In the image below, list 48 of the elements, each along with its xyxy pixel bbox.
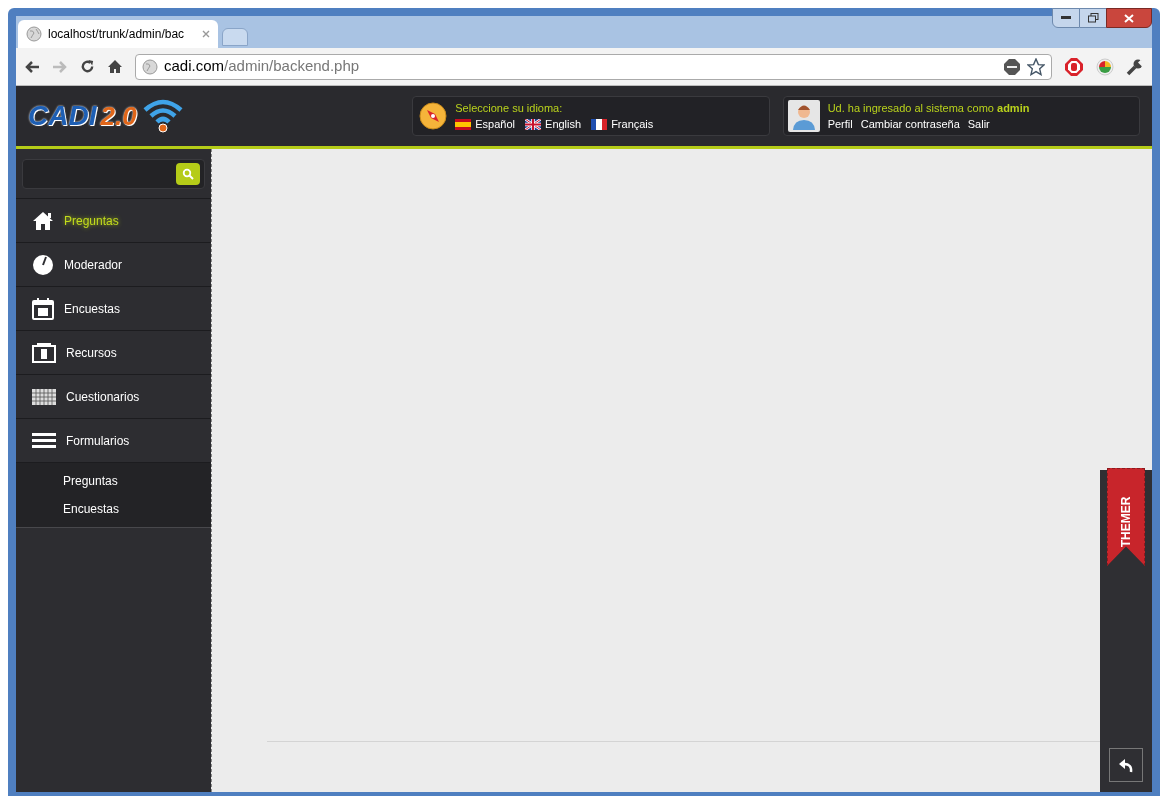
cabinet-icon (32, 342, 56, 363)
language-link[interactable]: English (525, 116, 582, 132)
stop-sign-icon[interactable] (1064, 56, 1084, 77)
back-icon[interactable] (24, 59, 40, 74)
close-icon (1124, 13, 1134, 23)
user-avatar-icon (787, 100, 820, 132)
language-link[interactable]: Français (591, 116, 654, 132)
reload-icon[interactable] (80, 59, 95, 74)
submenu-item[interactable]: Preguntas (16, 467, 211, 495)
user-link[interactable]: Cambiar contraseña (860, 116, 960, 132)
close-icon[interactable] (202, 30, 210, 38)
tab-title: localhost/trunk/admin/bac (48, 26, 185, 43)
restore-icon (1087, 13, 1099, 23)
wrench-icon[interactable] (1126, 57, 1144, 76)
themer-tab[interactable]: THEMER (1107, 468, 1145, 566)
clock-icon (32, 253, 54, 276)
calendar-icon (32, 297, 54, 320)
address-bar[interactable]: cadi.com/admin/backend.php (135, 53, 1052, 80)
list-icon (32, 432, 56, 449)
flag-icon (591, 118, 608, 130)
language-prompt: Seleccione su idioma: (455, 101, 564, 116)
star-icon[interactable] (1027, 57, 1045, 76)
logo-version: 2.0 (100, 99, 137, 133)
maximize-button[interactable] (1080, 8, 1106, 28)
minimize-button[interactable] (1052, 8, 1080, 28)
search-icon (182, 167, 194, 180)
back-button[interactable] (1109, 748, 1143, 782)
url-text: cadi.com/admin/backend.php (164, 56, 360, 77)
submenu-item[interactable]: Encuestas (16, 495, 211, 523)
grid-icon (32, 388, 56, 405)
home-icon[interactable] (107, 59, 123, 74)
login-message: Ud. ha ingresado al sistema como admin (827, 101, 1030, 116)
close-window-button[interactable] (1106, 8, 1152, 28)
user-link[interactable]: Salir (967, 116, 990, 132)
compass-icon (419, 102, 448, 130)
undo-arrow-icon (1117, 756, 1135, 774)
globe-icon (26, 26, 42, 42)
globe-icon (142, 58, 158, 75)
flag-icon (525, 118, 542, 130)
logo-text: CADI (28, 99, 97, 133)
search-field[interactable] (22, 158, 205, 189)
language-link[interactable]: Español (455, 116, 516, 132)
user-link[interactable]: Perfil (827, 116, 853, 132)
home-icon (32, 210, 54, 231)
browser-tab[interactable]: localhost/trunk/admin/bac (18, 20, 218, 48)
minimize-icon (1061, 16, 1071, 20)
flag-icon (455, 118, 472, 130)
search-button[interactable] (176, 162, 200, 185)
